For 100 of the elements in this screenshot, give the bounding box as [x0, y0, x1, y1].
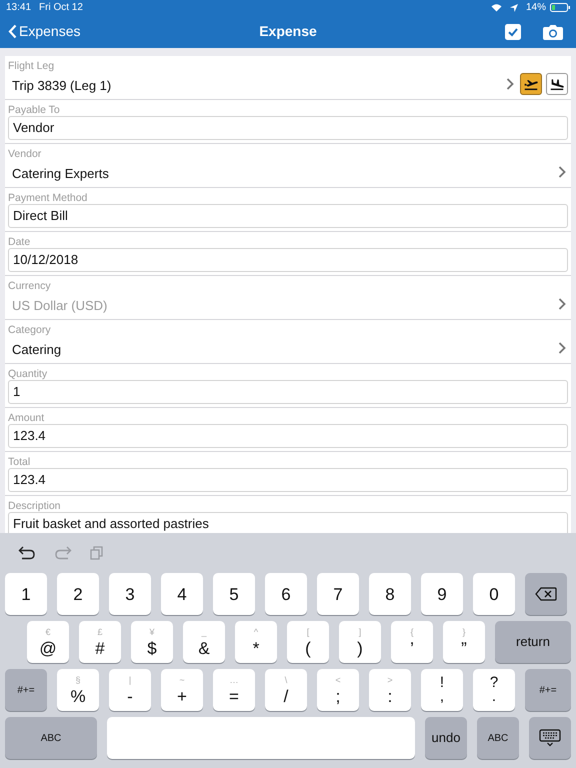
chevron-right-icon[interactable]: [506, 78, 514, 90]
field-label: Currency: [8, 279, 51, 294]
input-field[interactable]: 123.4: [8, 468, 568, 492]
key[interactable]: € @: [27, 621, 69, 663]
key[interactable]: \ /: [265, 669, 307, 711]
key[interactable]: 0: [473, 573, 515, 615]
key[interactable]: ~ +: [161, 669, 203, 711]
plane-landing-icon: [549, 77, 565, 91]
input-field[interactable]: Fruit basket and assorted pastries: [8, 512, 568, 533]
key[interactable]: 9: [421, 573, 463, 615]
key-label: ;: [336, 688, 340, 704]
key[interactable]: < ;: [317, 669, 359, 711]
landing-toggle-button[interactable]: [546, 73, 568, 95]
chevron-right-icon[interactable]: [558, 166, 566, 178]
location-icon: [510, 4, 518, 12]
key[interactable]: 7: [317, 573, 359, 615]
key[interactable]: £ #: [79, 621, 121, 663]
key-label: ): [357, 640, 363, 656]
key-hint: ¥: [149, 628, 154, 636]
field-label: Amount: [8, 411, 44, 426]
key-label: :: [388, 688, 392, 704]
key-hint: [: [306, 628, 310, 636]
field-label: Date: [8, 235, 30, 250]
takeoff-toggle-button[interactable]: [520, 73, 542, 95]
key[interactable]: _ &: [183, 621, 225, 663]
keyboard-icon: [539, 729, 561, 747]
key[interactable]: #+=: [5, 669, 47, 711]
key[interactable]: 8: [369, 573, 411, 615]
key-label: #: [95, 640, 105, 656]
key[interactable]: | -: [109, 669, 151, 711]
undo-icon[interactable]: [18, 546, 36, 560]
input-field[interactable]: Direct Bill: [8, 204, 568, 228]
backspace-icon: [535, 587, 557, 601]
key-hint: ~: [179, 676, 185, 684]
chevron-right-icon[interactable]: [558, 342, 566, 354]
checkbox-icon[interactable]: [505, 24, 521, 40]
key-label: =: [229, 688, 239, 704]
key[interactable]: … =: [213, 669, 255, 711]
key[interactable]: § %: [57, 669, 99, 711]
key-hint: <: [335, 676, 341, 684]
key[interactable]: 5: [213, 573, 255, 615]
key[interactable]: } ”: [443, 621, 485, 663]
key-label: *: [252, 640, 260, 656]
key-label: -: [127, 688, 133, 704]
key[interactable]: { ’: [391, 621, 433, 663]
field-label: Description: [8, 499, 61, 514]
status-date: Fri Oct 12: [39, 1, 83, 15]
chevron-right-icon[interactable]: [558, 298, 566, 310]
key[interactable]: > :: [369, 669, 411, 711]
key-label: .: [492, 690, 496, 704]
field-value: US Dollar (USD): [12, 297, 108, 315]
input-field[interactable]: 123.4: [8, 424, 568, 448]
battery-icon: [550, 3, 570, 12]
camera-icon[interactable]: [543, 24, 563, 40]
key[interactable]: #+=: [525, 669, 571, 711]
key[interactable]: undo: [425, 717, 467, 759]
key-hint: ^: [254, 628, 258, 636]
input-field[interactable]: 1: [8, 380, 568, 404]
field-label: Payment Method: [8, 191, 88, 206]
key[interactable]: 1: [5, 573, 47, 615]
key-hint: …: [230, 676, 238, 684]
key-hint: _: [201, 628, 206, 636]
input-field[interactable]: 10/12/2018: [8, 248, 568, 272]
field-label: Quantity: [8, 367, 48, 382]
key-hint: >: [387, 676, 393, 684]
key-label: %: [70, 688, 86, 704]
key[interactable]: ¥ $: [131, 621, 173, 663]
key-label: &: [198, 640, 210, 656]
key[interactable]: ABC: [477, 717, 519, 759]
key-label: $: [147, 640, 157, 656]
key-hint: §: [75, 676, 80, 684]
key-hint: \: [284, 676, 288, 684]
backspace-key[interactable]: [525, 573, 567, 615]
key[interactable]: [ (: [287, 621, 329, 663]
input-field[interactable]: Vendor: [8, 116, 568, 140]
key-label: ”: [461, 640, 467, 656]
key[interactable]: 6: [265, 573, 307, 615]
field-label: Vendor: [8, 147, 42, 162]
key[interactable]: ABC: [5, 717, 97, 759]
key[interactable]: ! ,: [421, 669, 463, 711]
key-hint: €: [45, 628, 50, 636]
field-label: Total: [8, 455, 30, 470]
key[interactable]: ] ): [339, 621, 381, 663]
key[interactable]: 4: [161, 573, 203, 615]
key-label: @: [39, 640, 57, 656]
key[interactable]: return: [495, 621, 571, 663]
key[interactable]: 2: [57, 573, 99, 615]
chevron-left-icon: [8, 24, 17, 39]
field-value: Catering: [12, 341, 62, 359]
field-value: Catering Experts: [12, 165, 109, 183]
key-hint: }: [462, 628, 466, 636]
key[interactable]: 3: [109, 573, 151, 615]
screen-title: Expense: [259, 22, 317, 38]
key[interactable]: ^ *: [235, 621, 277, 663]
keyboard-dismiss-key[interactable]: [529, 717, 571, 759]
key-label: (: [305, 640, 311, 656]
back-button[interactable]: Expenses: [8, 21, 80, 42]
key[interactable]: ? .: [473, 669, 515, 711]
key-hint: ]: [358, 628, 362, 636]
key-label: ’: [410, 640, 414, 656]
